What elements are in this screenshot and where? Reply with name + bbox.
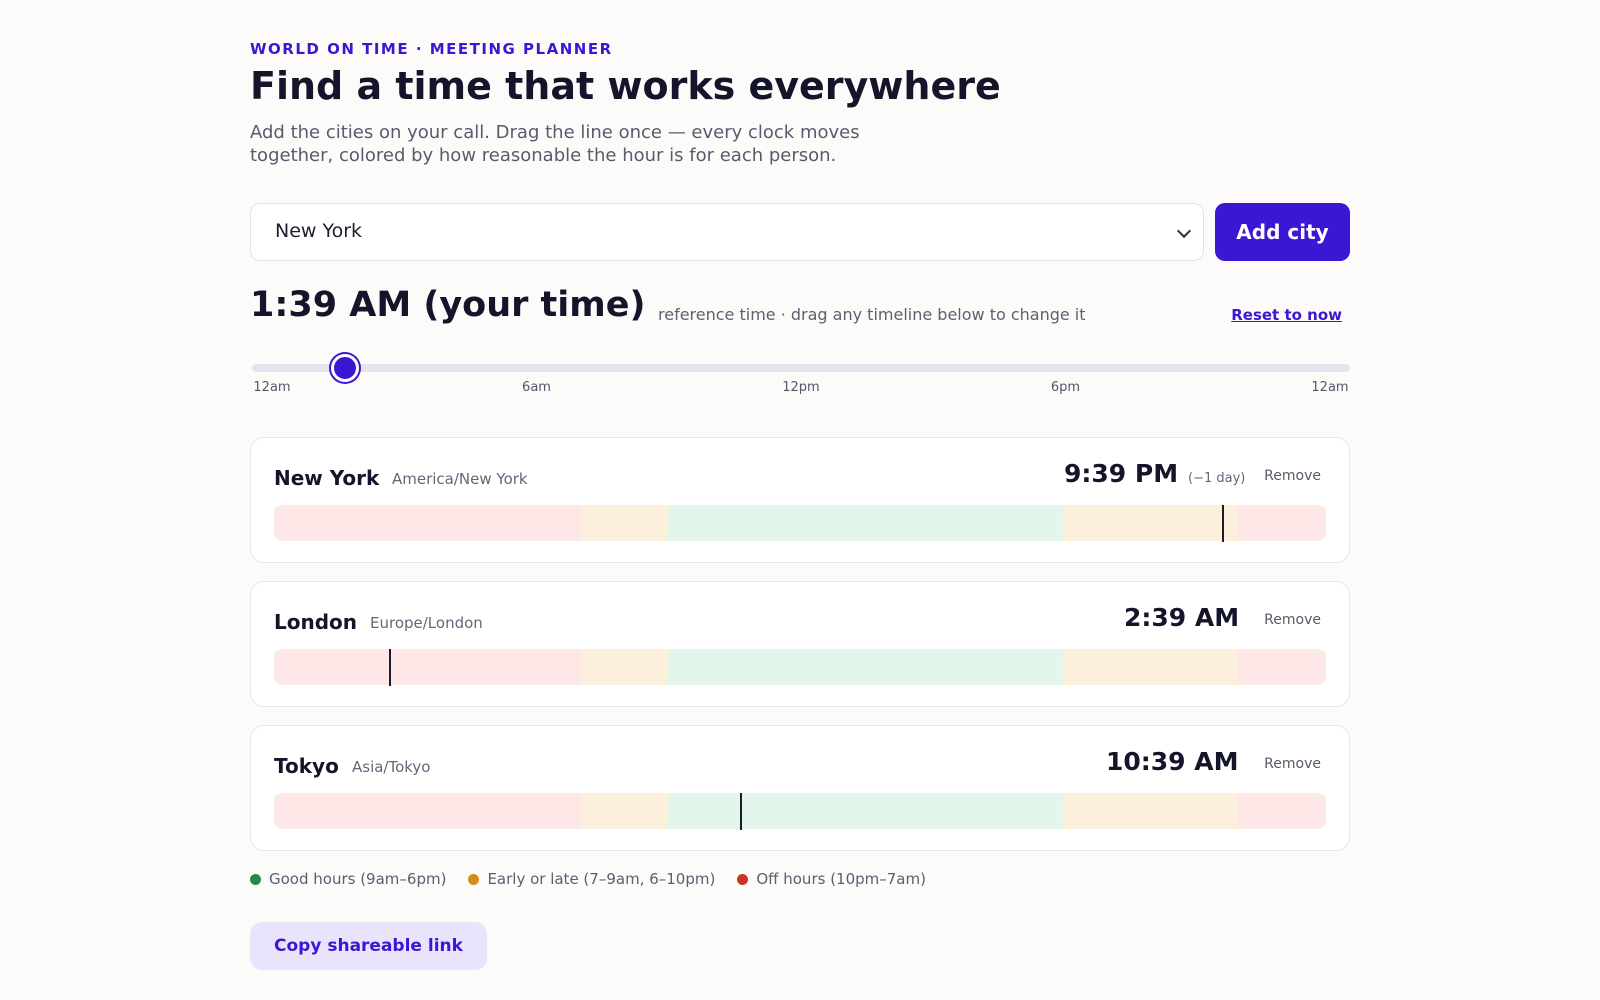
- legend-dot-icon: [468, 873, 480, 885]
- timeline-segment-off: [1238, 505, 1326, 541]
- timeline-segment-edge: [580, 793, 669, 829]
- slider-tick-label: 6pm: [1050, 380, 1081, 395]
- slider-tick-label: 12pm: [782, 380, 820, 395]
- city-timezone: Asia/Tokyo: [352, 758, 431, 776]
- remove-city-button[interactable]: Remove: [1264, 756, 1321, 772]
- city-card: London Europe/London 2:39 AM Remove: [250, 581, 1350, 707]
- remove-city-button[interactable]: Remove: [1264, 468, 1321, 484]
- page-title: Find a time that works everywhere: [250, 64, 1001, 108]
- city-name: Tokyo: [274, 754, 339, 778]
- city-select[interactable]: New York: [250, 203, 1204, 261]
- reference-time: 1:39 AM (your time): [250, 285, 646, 325]
- city-picker-row: New York Add city: [250, 203, 1350, 261]
- legend-dot-icon: [250, 873, 261, 885]
- remove-city-button[interactable]: Remove: [1264, 612, 1321, 628]
- city-timeline[interactable]: [274, 505, 1326, 541]
- legend-dot-icon: [737, 873, 749, 885]
- timeline-segment-edge: [1062, 793, 1239, 829]
- legend: Good hours (9am–6pm) Early or late (7–9am…: [250, 870, 926, 888]
- timeline-marker[interactable]: [1221, 505, 1224, 542]
- city-timeline[interactable]: [274, 793, 1326, 829]
- legend-label: Off hours (10pm–7am): [756, 870, 926, 888]
- city-timezone: America/New York: [392, 470, 528, 488]
- page-subtitle: Add the cities on your call. Drag the li…: [250, 122, 860, 166]
- timeline-segment-good: [668, 505, 1063, 541]
- timeline-segment-off: [274, 649, 581, 685]
- reference-note: reference time · drag any timeline below…: [658, 305, 1086, 324]
- timeline-segment-good: [668, 649, 1063, 685]
- slider-tick-label: 12am: [1311, 380, 1349, 395]
- reset-to-now-link[interactable]: Reset to now: [1231, 306, 1342, 324]
- timeline-marker[interactable]: [739, 793, 742, 830]
- chevron-down-icon: [1176, 223, 1192, 239]
- timeline-segment-edge: [1062, 649, 1239, 685]
- city-local-time: 9:39 PM: [1064, 459, 1179, 488]
- app-eyebrow: WORLD ON TIME · MEETING PLANNER: [250, 40, 613, 58]
- city-timeline[interactable]: [274, 649, 1326, 685]
- timeline-marker[interactable]: [389, 649, 392, 686]
- legend-item: Early or late (7–9am, 6–10pm): [468, 870, 715, 888]
- legend-label: Good hours (9am–6pm): [269, 870, 447, 888]
- city-name: New York: [274, 466, 380, 490]
- timeline-segment-off: [274, 505, 581, 541]
- reference-slider-track[interactable]: [252, 364, 1350, 372]
- timeline-segment-off: [1238, 649, 1326, 685]
- city-select-value: New York: [275, 220, 363, 242]
- add-city-button[interactable]: Add city: [1215, 203, 1350, 261]
- timeline-segment-good: [668, 793, 1063, 829]
- city-day-offset: (−1 day): [1188, 471, 1246, 486]
- city-card: Tokyo Asia/Tokyo 10:39 AM Remove: [250, 725, 1350, 851]
- legend-label: Early or late (7–9am, 6–10pm): [487, 870, 716, 888]
- legend-item: Off hours (10pm–7am): [737, 870, 926, 888]
- slider-tick-label: 12am: [253, 380, 291, 395]
- city-card: New York America/New York 9:39 PM (−1 day) R…: [250, 437, 1350, 563]
- city-name: London: [274, 610, 358, 634]
- timeline-segment-edge: [580, 505, 669, 541]
- city-local-time: 10:39 AM: [1106, 747, 1239, 776]
- reference-slider-thumb[interactable]: [330, 354, 359, 382]
- timeline-segment-off: [274, 793, 581, 829]
- timeline-segment-off: [1238, 793, 1326, 829]
- timeline-segment-edge: [1062, 505, 1239, 541]
- legend-item: Good hours (9am–6pm): [250, 870, 446, 888]
- copy-link-button[interactable]: Copy shareable link: [250, 922, 487, 970]
- city-local-time: 2:39 AM: [1124, 603, 1240, 632]
- timeline-segment-edge: [580, 649, 669, 685]
- slider-tick-label: 6am: [522, 380, 551, 395]
- city-timezone: Europe/London: [370, 614, 483, 632]
